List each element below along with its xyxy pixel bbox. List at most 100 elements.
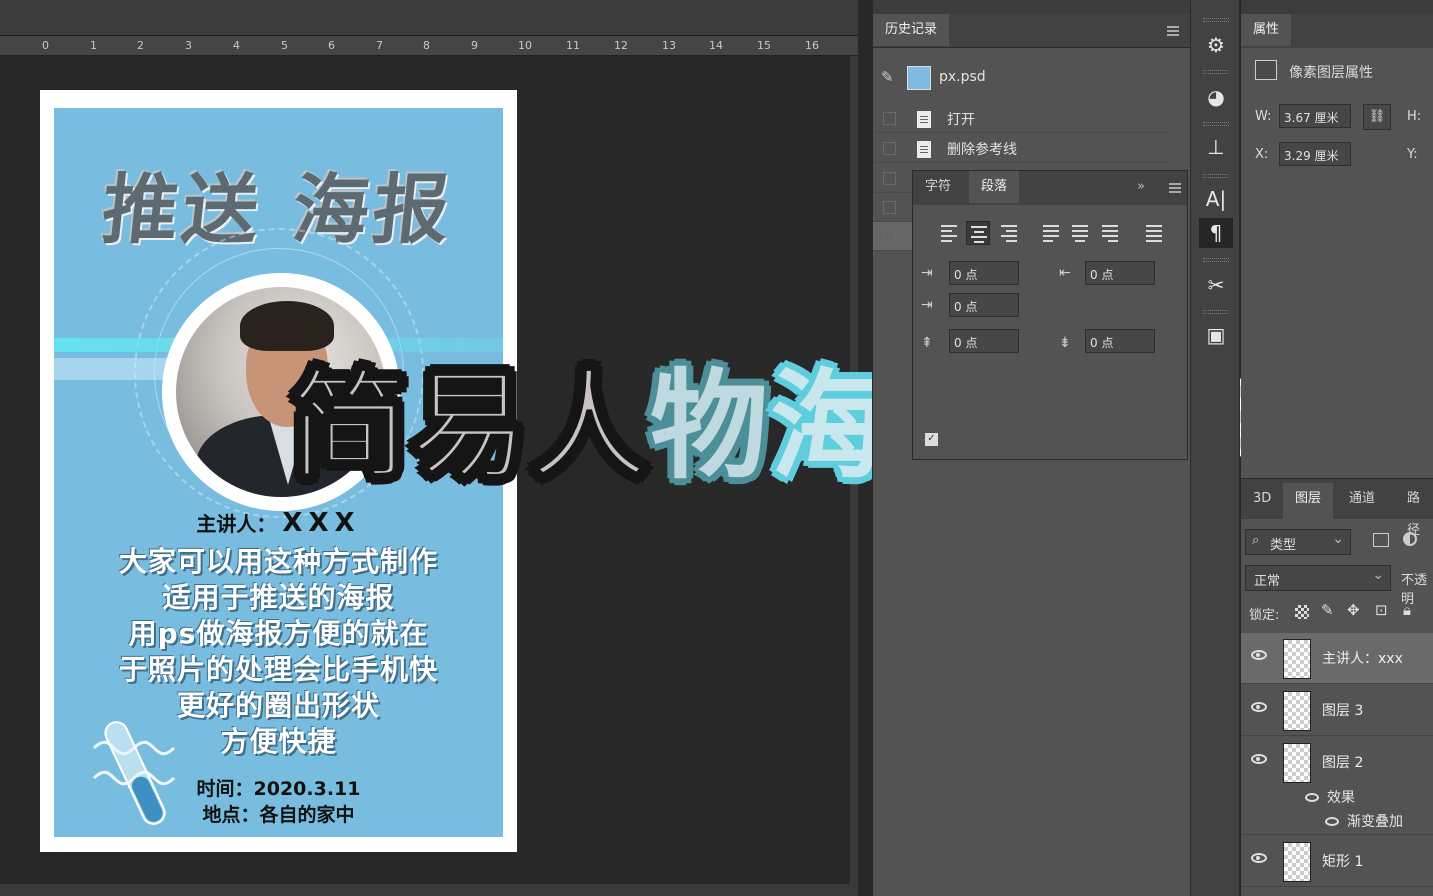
ruler-tick: 5 [281, 39, 288, 52]
drag-grip[interactable] [1203, 18, 1229, 22]
layer-thumbnail [1283, 639, 1311, 679]
indent-left-field[interactable]: 0 点 [949, 261, 1019, 285]
justify-left-button[interactable] [1039, 221, 1063, 245]
layer-thumbnail [1283, 842, 1311, 882]
history-checkbox[interactable] [883, 230, 896, 243]
justify-right-button[interactable] [1098, 221, 1122, 245]
brush-source-icon[interactable]: ✎ [881, 68, 899, 86]
ruler-tick: 16 [805, 39, 819, 52]
panel-collapse-bar[interactable] [1241, 0, 1433, 14]
tab-3d[interactable]: 3D [1241, 483, 1283, 515]
panel-collapse-bar[interactable] [873, 0, 1191, 14]
filter-image-icon[interactable] [1373, 533, 1389, 547]
layer-row[interactable]: 图层 3 [1241, 685, 1433, 736]
document-icon [917, 141, 931, 158]
snapshot-thumbnail[interactable] [907, 66, 931, 90]
artboard-icon[interactable]: ▣ [1199, 320, 1233, 350]
ruler-tick: 0 [42, 39, 49, 52]
effects-visibility-eye-icon[interactable] [1305, 793, 1319, 802]
paragraph-icon[interactable]: ¶ [1199, 218, 1233, 248]
properties-panel: 属性 像素图层属性 W: 3.67 厘米 ⛓ H: X: 3.29 厘米 Y: [1241, 0, 1433, 478]
indent-right-field[interactable]: 0 点 [1085, 261, 1155, 285]
speaker-label: 主讲人： [196, 512, 277, 536]
drag-grip[interactable] [1203, 258, 1229, 262]
panel-menu-icon[interactable] [1167, 26, 1179, 36]
history-checkbox[interactable] [883, 172, 896, 185]
layer-thumbnail [1283, 743, 1311, 783]
drag-grip[interactable] [1203, 174, 1229, 178]
width-field[interactable]: 3.67 厘米 [1279, 104, 1351, 128]
ruler-tick: 4 [233, 39, 240, 52]
tab-layers[interactable]: 图层 [1283, 483, 1334, 519]
align-center-button[interactable] [966, 221, 990, 245]
ruler-tick: 13 [662, 39, 676, 52]
tab-history[interactable]: 历史记录 [873, 14, 950, 46]
visibility-eye-icon[interactable] [1251, 853, 1267, 863]
lock-transparency-icon[interactable] [1295, 605, 1309, 619]
layer-type-label: 像素图层属性 [1289, 65, 1373, 81]
tab-paths[interactable]: 路径 [1395, 483, 1433, 538]
layer-row[interactable]: 矩形 1 [1241, 836, 1433, 887]
width-label: W: [1255, 109, 1272, 124]
blend-mode-dropdown[interactable]: 正常 [1245, 565, 1391, 591]
space-before-field[interactable]: 0 点 [949, 329, 1019, 353]
tab-channels[interactable]: 通道 [1337, 483, 1387, 515]
ruler-tick: 7 [376, 39, 383, 52]
lock-pixels-icon[interactable]: ✎ [1321, 601, 1334, 619]
visibility-eye-icon[interactable] [1251, 650, 1267, 660]
tab-properties[interactable]: 属性 [1241, 14, 1292, 46]
history-checkbox[interactable] [883, 112, 896, 125]
history-item[interactable]: 删除参考线 [873, 134, 1169, 163]
align-left-button[interactable] [937, 221, 961, 245]
tab-character[interactable]: 字符 [913, 171, 963, 203]
overlay-title-part: 物 [650, 357, 771, 495]
layer-row[interactable]: 主讲人：xxx [1241, 633, 1433, 684]
justify-center-button[interactable] [1068, 221, 1092, 245]
expand-icon[interactable]: » [1137, 179, 1145, 194]
tools-preset-icon[interactable]: ✂ [1199, 270, 1233, 300]
ruler-tick: 11 [566, 39, 580, 52]
history-checkbox[interactable] [883, 201, 896, 214]
character-icon[interactable]: A| [1199, 184, 1233, 214]
layer-row[interactable]: 图层 2 效果 渐变叠加 [1241, 737, 1433, 835]
visibility-eye-icon[interactable] [1251, 702, 1267, 712]
horizontal-ruler[interactable]: 0 1 2 3 4 5 6 7 8 9 10 11 12 13 14 15 16 [0, 36, 858, 56]
palette-icon[interactable]: ◕ [1199, 82, 1233, 112]
x-field[interactable]: 3.29 厘米 [1279, 142, 1351, 166]
speaker-line: 主讲人： XXX [54, 508, 503, 538]
history-item[interactable]: 打开 [873, 104, 1169, 133]
body-line: 适用于推送的海报 [162, 581, 395, 614]
filter-adjustment-icon[interactable] [1403, 532, 1417, 546]
hyphenate-checkbox[interactable]: ✓ [925, 433, 938, 446]
drag-grip[interactable] [1203, 70, 1229, 74]
drag-grip[interactable] [1203, 310, 1229, 314]
lock-all-icon[interactable]: 🔒︎ [1403, 601, 1411, 619]
ruler-tick: 3 [185, 39, 192, 52]
snapshot-name[interactable]: px.psd [939, 69, 986, 85]
first-line-indent-field[interactable]: 0 点 [949, 293, 1019, 317]
y-label: Y: [1407, 147, 1418, 162]
space-after-field[interactable]: 0 点 [1085, 329, 1155, 353]
ruler-tick: 9 [471, 39, 478, 52]
clone-source-icon[interactable]: ⊥ [1199, 132, 1233, 162]
drag-grip[interactable] [1203, 122, 1229, 126]
effect-visibility-eye-icon[interactable] [1325, 817, 1339, 826]
visibility-eye-icon[interactable] [1251, 754, 1267, 764]
history-item[interactable] [873, 222, 913, 251]
history-checkbox[interactable] [883, 142, 896, 155]
layer-filter-dropdown[interactable]: ⌕ 类型 [1245, 529, 1351, 555]
link-icon[interactable]: ⛓ [1363, 104, 1391, 130]
panel-menu-icon[interactable] [1169, 183, 1181, 193]
indent-left-icon: ⇥ [921, 265, 933, 281]
history-item[interactable] [873, 193, 913, 222]
tab-paragraph[interactable]: 段落 [969, 171, 1020, 203]
horizontal-scrollbar[interactable] [0, 884, 858, 896]
lock-artboard-icon[interactable]: ⊡ [1375, 601, 1388, 619]
layer-name: 图层 2 [1322, 755, 1364, 771]
lock-position-icon[interactable]: ✥ [1347, 601, 1360, 619]
history-item[interactable] [873, 164, 913, 193]
effects-label: 效果 [1327, 790, 1355, 806]
adjustments-icon[interactable]: ⚙ [1199, 30, 1233, 60]
justify-all-button[interactable] [1142, 221, 1166, 245]
align-right-button[interactable] [997, 221, 1021, 245]
